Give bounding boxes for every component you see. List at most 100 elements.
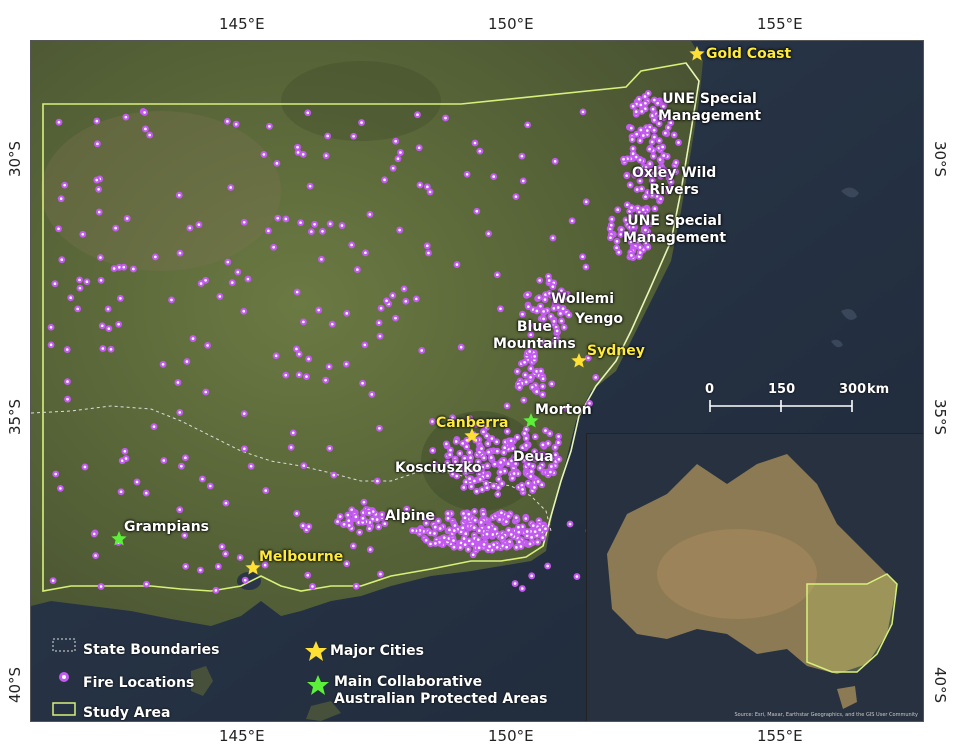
fire-location-core xyxy=(363,343,367,347)
axis-bottom-155: 155°E xyxy=(757,727,803,745)
fire-location-core xyxy=(557,441,560,444)
fire-location-core xyxy=(444,116,447,120)
fire-location-core xyxy=(394,316,397,320)
inset-desert xyxy=(657,529,817,619)
fire-location-core xyxy=(459,345,463,349)
fire-location-core xyxy=(226,260,230,264)
fire-location-core xyxy=(537,296,541,299)
fire-location-core xyxy=(361,381,364,385)
fire-location-core xyxy=(533,530,537,533)
fire-location-core xyxy=(444,442,448,446)
fire-location-core xyxy=(347,519,351,522)
fire-location-core xyxy=(521,488,524,491)
fire-location-core xyxy=(396,157,400,161)
fire-location-core xyxy=(513,582,517,585)
fire-location-core xyxy=(330,322,334,326)
fire-location-core xyxy=(467,512,471,516)
fire-location-core xyxy=(641,208,645,211)
fire-location-core xyxy=(471,553,475,557)
fire-location-core xyxy=(220,545,224,548)
fire-location-core xyxy=(575,575,579,578)
fire-location-core xyxy=(226,120,229,123)
fire-location-core xyxy=(59,197,63,200)
fire-location-core xyxy=(533,355,536,358)
fire-location-core xyxy=(529,367,533,370)
fire-location-core xyxy=(354,515,358,519)
fire-location-core xyxy=(311,585,314,588)
fire-location-core xyxy=(361,517,365,520)
inset-map[interactable]: Source: Esri, Maxar, Earthstar Geographi… xyxy=(586,433,923,721)
fire-location-core xyxy=(242,309,246,313)
fire-location-core xyxy=(358,530,361,534)
fire-location-core xyxy=(154,255,157,259)
fire-location-core xyxy=(305,375,308,378)
fire-location-core xyxy=(461,442,465,445)
fire-location-core xyxy=(528,542,532,546)
fire-location-core xyxy=(206,344,209,347)
fire-location-core xyxy=(367,511,371,515)
fire-location-core xyxy=(438,527,442,530)
fire-location-core xyxy=(482,512,485,516)
fire-location-core xyxy=(478,149,482,153)
label-une-special-management-south: UNE Special Management xyxy=(623,213,727,246)
fire-location-core xyxy=(63,183,66,187)
fire-location-core xyxy=(471,542,475,546)
fire-location-core xyxy=(184,565,187,568)
fire-location-core xyxy=(541,443,545,447)
fire-location-core xyxy=(515,546,518,549)
fire-location-core xyxy=(345,562,349,565)
fire-location-core xyxy=(249,464,253,468)
fire-location-core xyxy=(427,251,430,255)
axis-right-35: 35°S xyxy=(931,398,950,436)
fire-location-core xyxy=(584,200,588,204)
fire-location-core xyxy=(178,508,182,511)
fire-location-core xyxy=(54,472,58,476)
fire-location-core xyxy=(521,312,524,316)
fire-location-core xyxy=(520,587,524,590)
fire-location-core xyxy=(538,528,542,532)
fire-location-core xyxy=(310,230,313,233)
scale-label-150: 150 xyxy=(768,382,796,397)
fire-location-core xyxy=(609,236,612,240)
fire-location-core xyxy=(507,514,510,518)
fire-location-core xyxy=(554,453,557,457)
fire-location-core xyxy=(95,119,99,123)
fire-location-core xyxy=(472,526,476,529)
fire-location-core xyxy=(653,135,656,139)
axis-right-30: 30°S xyxy=(931,140,950,178)
fire-location-core xyxy=(517,525,520,529)
fire-location-core xyxy=(328,447,331,450)
fire-location-core xyxy=(526,481,530,485)
fire-location-core xyxy=(473,518,477,522)
fire-location-core xyxy=(224,501,228,505)
fire-location-core xyxy=(540,483,544,487)
fire-location-core xyxy=(99,585,103,588)
fire-location-core xyxy=(520,154,524,158)
map-frame[interactable]: Gold Coast UNE Special Management Oxley … xyxy=(30,40,924,722)
fire-location-core xyxy=(377,321,381,325)
fire-location-core xyxy=(524,517,528,520)
fire-location-core xyxy=(347,524,351,527)
fire-location-core xyxy=(297,373,301,377)
fire-location-core xyxy=(636,206,640,210)
fire-location-core xyxy=(118,266,121,269)
fire-location-core xyxy=(496,273,499,277)
fire-location-core xyxy=(658,158,662,161)
fire-location-core xyxy=(354,584,358,588)
fire-location-core xyxy=(336,520,339,523)
fire-location-core xyxy=(630,254,633,257)
fire-location-core xyxy=(476,538,480,541)
fire-location-core xyxy=(500,536,504,539)
fire-location-core xyxy=(524,437,528,440)
legend-protected-areas: Main Collaborative Australian Protected … xyxy=(334,674,548,707)
label-blue-mountains: Blue Mountains xyxy=(493,319,576,352)
fire-location-core xyxy=(464,532,468,536)
fire-location-core xyxy=(313,222,316,226)
fire-location-core xyxy=(356,268,359,271)
fire-location-core xyxy=(433,525,437,529)
fire-location-core xyxy=(515,435,519,439)
fire-location-core xyxy=(66,397,69,401)
fire-location-core xyxy=(546,442,550,445)
fire-location-core xyxy=(123,449,127,453)
label-alpine: Alpine xyxy=(385,508,435,524)
